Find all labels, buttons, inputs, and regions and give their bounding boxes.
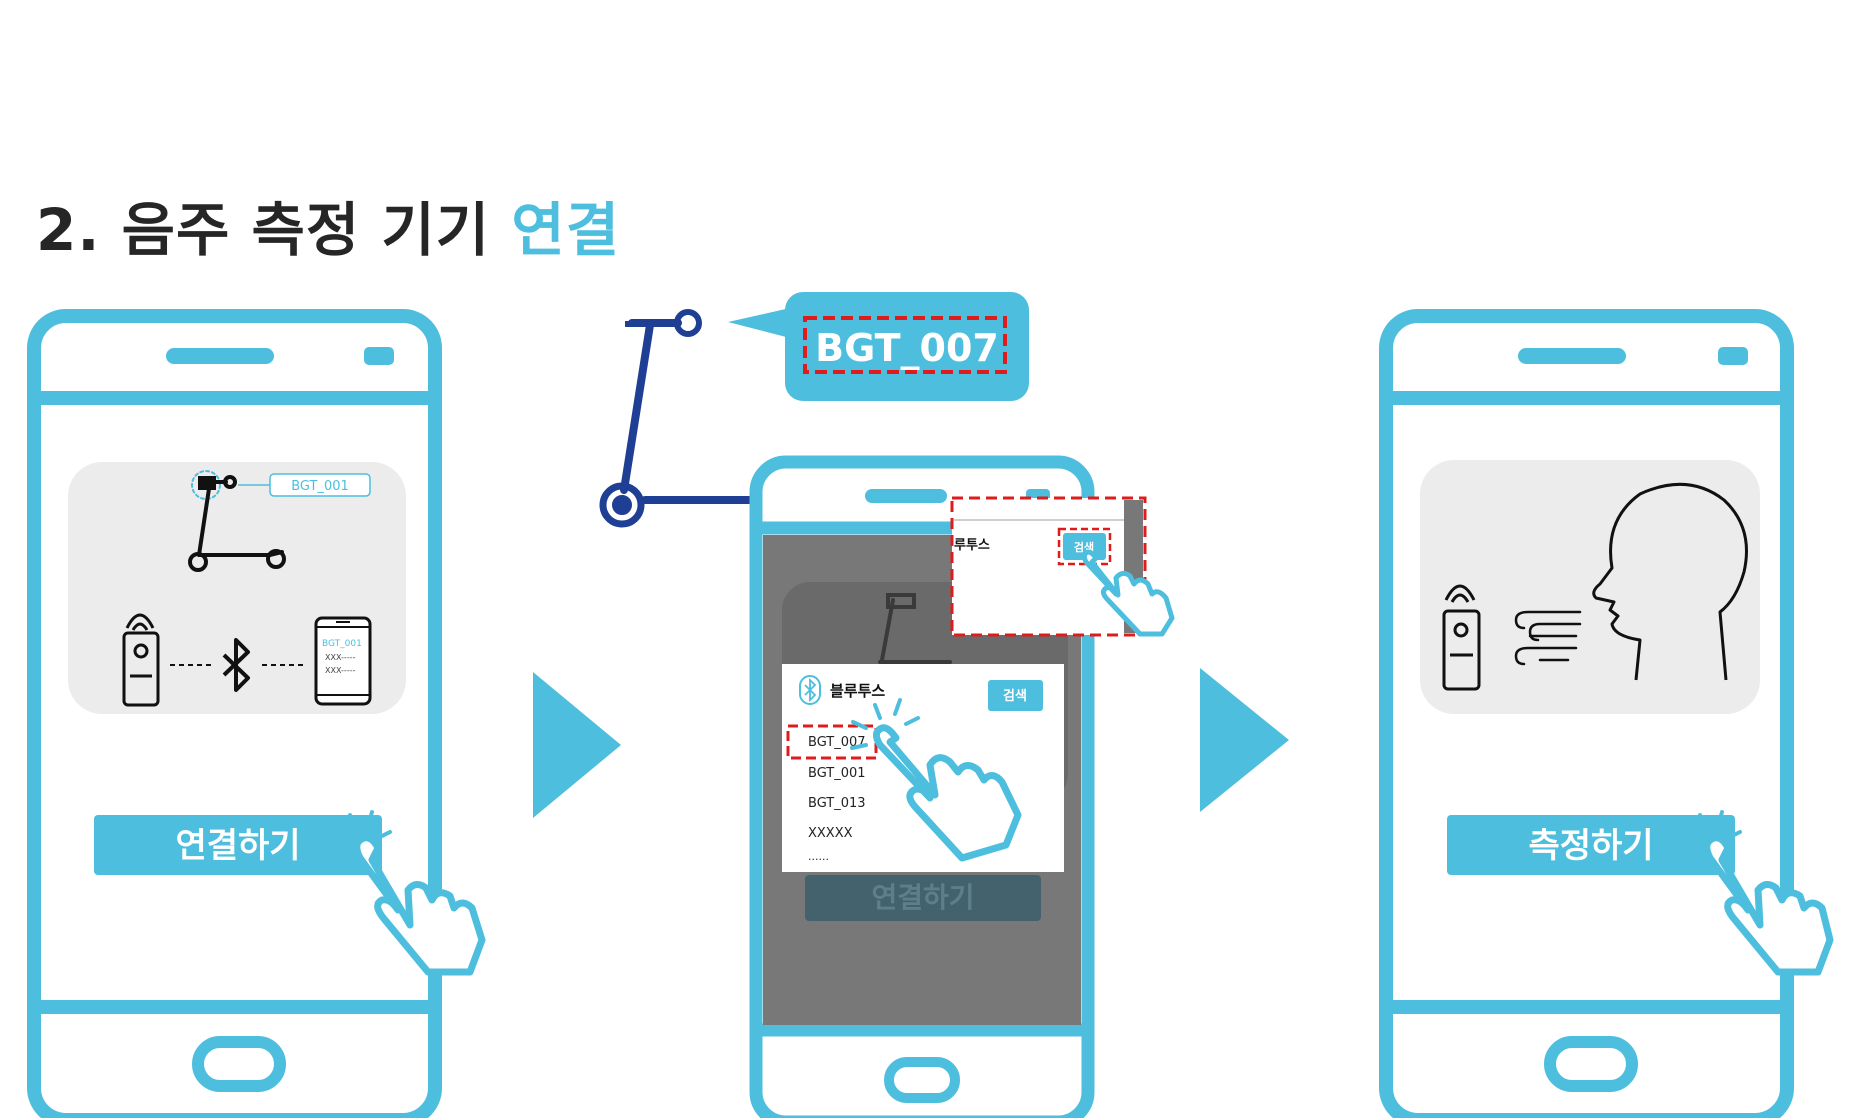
phone-2: BGT_007 연결하기 블루투스 검색 BGT_007 BGT_001 BGT…	[599, 292, 1175, 1118]
speaker-slot	[1518, 348, 1626, 364]
device-id-label: BGT_007	[815, 326, 999, 370]
zoom-title: 루투스	[954, 538, 990, 553]
flow-diagram: BGT_001 BGT_001 XXX----- XXX----- 연결하기 B…	[27, 292, 1834, 1118]
phone-3: 측정하기	[1379, 309, 1834, 1118]
device-list-item[interactable]: BGT_013	[808, 796, 866, 811]
dialog-title: 블루투스	[830, 682, 885, 700]
speaker-slot	[166, 348, 274, 364]
dialog-search-label: 검색	[1003, 689, 1027, 704]
callout-pointer	[728, 308, 790, 338]
next-arrow-1	[533, 672, 621, 818]
mini-phone-line-2: XXX-----	[325, 666, 356, 675]
scooter-tag-label: BGT_001	[291, 479, 349, 494]
device-list-item[interactable]: XXXXX	[808, 826, 853, 841]
next-arrow-2	[1200, 668, 1289, 812]
connect-button-label: 연결하기	[175, 826, 300, 866]
camera-dot	[1718, 347, 1748, 365]
scooter-large-icon	[599, 309, 759, 528]
speaker-slot	[865, 489, 947, 503]
phone-1: BGT_001 BGT_001 XXX----- XXX----- 연결하기	[27, 309, 486, 1118]
device-list-item[interactable]: BGT_001	[808, 766, 866, 781]
connect-button-dimmed-label: 연결하기	[871, 881, 974, 914]
measure-card	[1420, 460, 1760, 714]
device-list-item: ......	[808, 850, 829, 863]
mini-phone-line-1: XXX-----	[325, 653, 356, 662]
zoom-inset	[950, 496, 1147, 637]
measure-button-label: 측정하기	[1528, 826, 1653, 866]
camera-dot	[364, 347, 394, 365]
mini-phone-device-name: BGT_001	[322, 639, 362, 649]
